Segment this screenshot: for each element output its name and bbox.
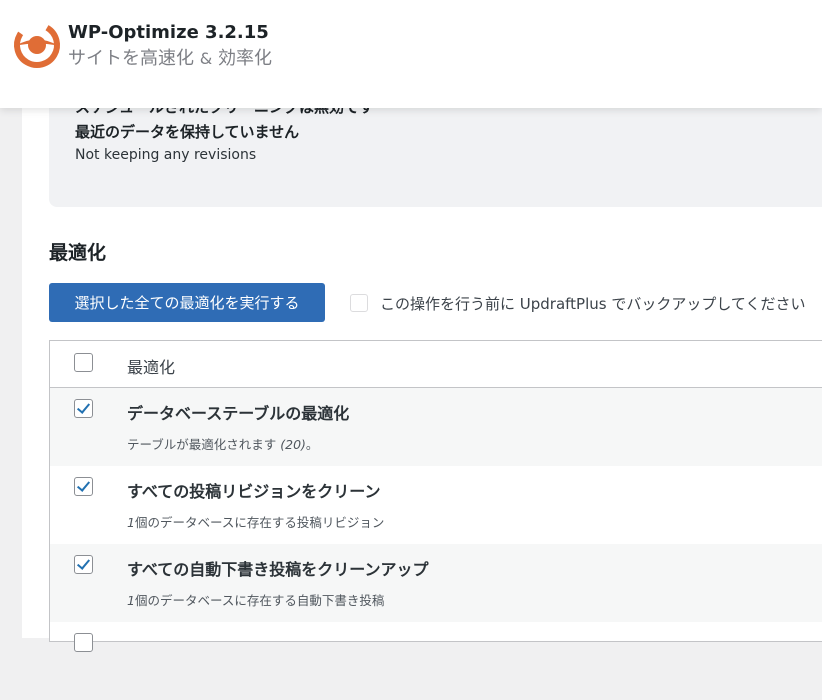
row-checkbox[interactable] <box>74 555 93 574</box>
status-revisions-text: 最近のデータを保持していません <box>75 123 300 141</box>
plugin-subtitle: サイトを高速化 & 効率化 <box>68 44 272 70</box>
row-description: テーブルが最適化されます (20)。 <box>127 437 319 452</box>
row-checkbox[interactable] <box>74 399 93 418</box>
backup-checkbox[interactable] <box>350 294 368 312</box>
subtitle-main: サイトを高速化 <box>68 48 194 69</box>
row-description: 1個のデータベースに存在する投稿リビジョン <box>127 515 385 530</box>
row-checkbox[interactable] <box>74 633 93 652</box>
row-description: 1個のデータベースに存在する自動下書き投稿 <box>127 593 385 608</box>
status-revisions-sub: Not keeping any revisions <box>75 147 257 163</box>
select-all-checkbox[interactable] <box>74 353 93 372</box>
table-header: 最適化 <box>50 341 822 388</box>
subtitle-amp: & <box>199 49 213 68</box>
row-title: すべての投稿リビジョンをクリーン <box>127 482 381 501</box>
plugin-title: WP-Optimize 3.2.15 <box>68 22 269 43</box>
backup-label: この操作を行う前に UpdraftPlus でバックアップしてください <box>380 295 806 313</box>
wp-optimize-logo-icon <box>14 22 60 68</box>
optimizations-table: 最適化 データベーステーブルの最適化 テーブルが最適化されます (20)。 すべ… <box>49 340 822 652</box>
row-title: すべての自動下書き投稿をクリーンアップ <box>127 560 429 579</box>
section-title: 最適化 <box>49 242 107 264</box>
row-title: データベーステーブルの最適化 <box>127 404 350 423</box>
table-row: すべての投稿リビジョンをクリーン 1個のデータベースに存在する投稿リビジョン <box>50 466 822 544</box>
table-row <box>50 622 822 700</box>
table-row: すべての自動下書き投稿をクリーンアップ 1個のデータベースに存在する自動下書き投… <box>50 544 822 622</box>
plugin-header: WP-Optimize 3.2.15 サイトを高速化 & 効率化 <box>0 0 822 108</box>
row-checkbox[interactable] <box>74 477 93 496</box>
run-all-optimizations-button[interactable]: 選択した全ての最適化を実行する <box>49 283 325 322</box>
subtitle-end: 効率化 <box>217 48 272 69</box>
table-row: データベーステーブルの最適化 テーブルが最適化されます (20)。 <box>50 388 822 466</box>
table-header-label: 最適化 <box>127 358 176 377</box>
